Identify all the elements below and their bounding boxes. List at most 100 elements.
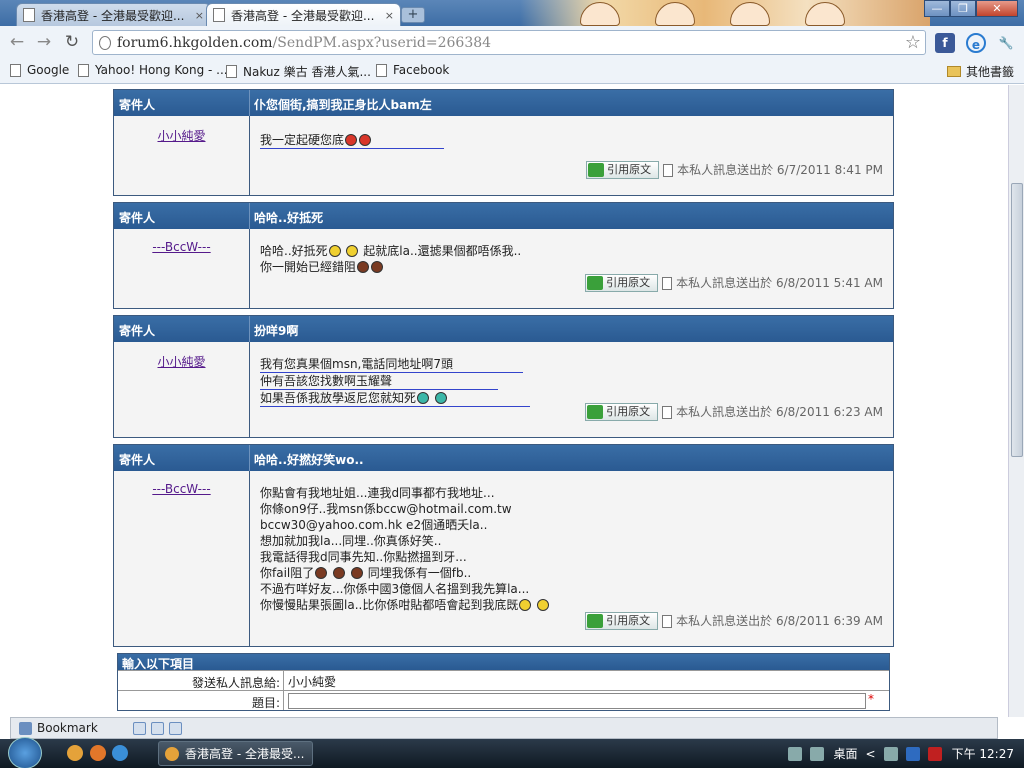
bookmark-yahoo[interactable]: Yahoo! Hong Kong - ...	[78, 63, 228, 77]
quote-button[interactable]: 引用原文	[585, 403, 659, 421]
chevron-left-icon[interactable]: <	[866, 747, 876, 761]
bookmarks-bar: Google Yahoo! Hong Kong - ... Nakuz 樂古 香…	[0, 59, 1024, 84]
close-tab-icon[interactable]: ×	[385, 9, 394, 22]
message-line: 同埋我係有一個fb..	[367, 566, 472, 580]
wrench-menu-icon[interactable]: 🔧	[996, 33, 1016, 53]
page-scrollbar[interactable]	[1008, 85, 1024, 717]
anime-character-image	[580, 2, 620, 26]
message-line: 你一開始已經錯阻	[260, 260, 357, 274]
document-icon	[663, 163, 674, 177]
bookmark-label: Google	[27, 63, 70, 77]
bookmark-bar-label[interactable]: Bookmark	[37, 721, 98, 735]
bookmark-facebook[interactable]: Facebook	[376, 63, 449, 77]
close-window-icon[interactable]: ✕	[976, 0, 1018, 17]
quote-arrow-icon	[587, 405, 604, 419]
smirk-emoticon-icon	[333, 567, 346, 579]
laughing-emoticon-icon	[519, 599, 532, 611]
other-bookmarks-label: 其他書籤	[966, 65, 1015, 79]
smirk-emoticon-icon	[350, 567, 363, 579]
angry-emoticon-icon	[345, 134, 358, 146]
sent-timestamp: 本私人訊息送出於 6/8/2011 5:41 AM	[676, 276, 883, 290]
page-viewport: 寄件人 仆您個街,搞到我正身比人bam左 小小純愛 我一定起硬您底 引用原文 本…	[0, 85, 1008, 717]
new-tab-button[interactable]: +	[401, 7, 425, 23]
anime-character-image	[730, 2, 770, 26]
message-line: 如果吾係我放學返尼您就知死	[260, 391, 417, 405]
message-line: 我電話得我d同事先知..你點撚搵到牙...	[260, 550, 467, 564]
bookmark-label: Yahoo! Hong Kong - ...	[95, 63, 228, 77]
quote-button[interactable]: 引用原文	[585, 274, 659, 292]
bookmark-nakuz[interactable]: Nakuz 樂古 香港人氣...	[226, 63, 371, 80]
sender-cell: 小小純愛	[114, 116, 250, 195]
message-header: 寄件人 扮咩9啊	[114, 316, 893, 342]
message-title: 仆您個街,搞到我正身比人bam左	[254, 98, 432, 112]
quote-button-label: 引用原文	[606, 405, 651, 418]
window-controls: — ❐ ✕	[924, 0, 1018, 17]
other-bookmarks[interactable]: 其他書籤	[947, 63, 1014, 80]
page-icon	[376, 63, 387, 77]
smirk-emoticon-icon	[357, 261, 370, 273]
message-content: 你點會有我地址姐...連我d同事都冇我地址... 你條on9仔..我msn係bc…	[250, 471, 893, 646]
browser-tab-1[interactable]: 香港高登 - 全港最受歡迎... ×	[16, 3, 211, 26]
keyboard-icon[interactable]	[787, 746, 802, 761]
page-icon	[213, 8, 225, 22]
message-line: 起就底la..還摅果個都唔係我..	[363, 244, 522, 258]
minimize-icon[interactable]: —	[924, 0, 950, 17]
reload-icon[interactable]: ↻	[61, 32, 83, 54]
message-header: 寄件人 哈哈..好抵死	[114, 203, 893, 229]
sender-link[interactable]: ---BccW---	[152, 240, 210, 254]
list-icon[interactable]	[150, 721, 164, 735]
laughing-emoticon-icon	[346, 245, 359, 257]
bookmark-google[interactable]: Google	[10, 63, 69, 77]
crying-emoticon-icon	[434, 392, 447, 404]
ati-icon[interactable]	[927, 746, 942, 761]
sender-cell: ---BccW---	[114, 471, 250, 646]
ie-tab-extension-icon[interactable]: e	[966, 33, 986, 53]
browser-tab-2[interactable]: 香港高登 - 全港最受歡迎... ×	[206, 3, 401, 26]
message-line: bccw30@yahoo.com.hk e2個通晒夭la..	[260, 518, 488, 532]
back-arrow-icon[interactable]: ←	[6, 32, 28, 54]
desktop-label[interactable]: 桌面	[834, 745, 858, 762]
subject-input[interactable]	[288, 693, 866, 709]
url-text: forum6.hkgolden.com/SendPM.aspx?userid=2…	[117, 35, 491, 51]
required-mark: *	[868, 692, 874, 706]
subject-label: 題目:	[118, 691, 284, 710]
sender-link[interactable]: ---BccW---	[152, 482, 210, 496]
facebook-extension-icon[interactable]: f	[935, 33, 955, 53]
settings-icon[interactable]	[168, 721, 182, 735]
bookmark-icon[interactable]	[19, 721, 32, 735]
close-tab-icon[interactable]: ×	[195, 9, 204, 22]
maximize-icon[interactable]: ❐	[950, 0, 976, 17]
pm-message: 寄件人 哈哈..好抵死 ---BccW--- 哈哈..好抵死 起就底la..還摅…	[113, 202, 894, 309]
bookmark-star-icon[interactable]: ☆	[905, 32, 921, 53]
address-bar[interactable]: forum6.hkgolden.com/SendPM.aspx?userid=2…	[92, 30, 926, 55]
message-line: 你條on9仔..我msn係bccw@hotmail.com.tw	[260, 502, 512, 516]
message-title: 哈哈..好撚好笑wo..	[254, 453, 364, 467]
chrome-icon[interactable]	[67, 745, 83, 761]
forward-arrow-icon[interactable]: →	[33, 32, 55, 54]
sender-column-label: 寄件人	[114, 203, 250, 229]
send-pm-form: 輸入以下項目 發送私人訊息給: 小小純愛 題目: *	[117, 653, 890, 711]
start-button[interactable]	[8, 737, 42, 768]
message-line: 哈哈..好抵死	[260, 244, 328, 258]
firefox-icon[interactable]	[90, 745, 106, 761]
shield-icon[interactable]	[905, 746, 920, 761]
anime-character-image	[655, 2, 695, 26]
sent-timestamp: 本私人訊息送出於 6/8/2011 6:23 AM	[676, 405, 883, 419]
user-icon[interactable]	[132, 721, 146, 735]
quote-button[interactable]: 引用原文	[586, 161, 660, 179]
sender-link[interactable]: 小小純愛	[157, 129, 205, 143]
network-icon[interactable]	[883, 746, 898, 761]
scrollbar-thumb[interactable]	[1011, 183, 1023, 457]
help-icon[interactable]	[809, 746, 824, 761]
crying-emoticon-icon	[417, 392, 430, 404]
ie-icon[interactable]	[112, 745, 128, 761]
quote-button-label: 引用原文	[607, 163, 652, 176]
chrome-icon	[165, 746, 179, 761]
tab-strip: 香港高登 - 全港最受歡迎... × 香港高登 - 全港最受歡迎... × + …	[0, 0, 1024, 26]
message-line: 想加就加我la...同埋..你真係好笑..	[260, 534, 442, 548]
quote-button[interactable]: 引用原文	[585, 612, 659, 630]
clock[interactable]: 下午 12:27	[952, 745, 1014, 762]
taskbar-window-button[interactable]: 香港高登 - 全港最受...	[158, 741, 313, 766]
sender-link[interactable]: 小小純愛	[157, 355, 205, 369]
system-tray: 桌面 < 下午 12:27	[780, 745, 1014, 762]
